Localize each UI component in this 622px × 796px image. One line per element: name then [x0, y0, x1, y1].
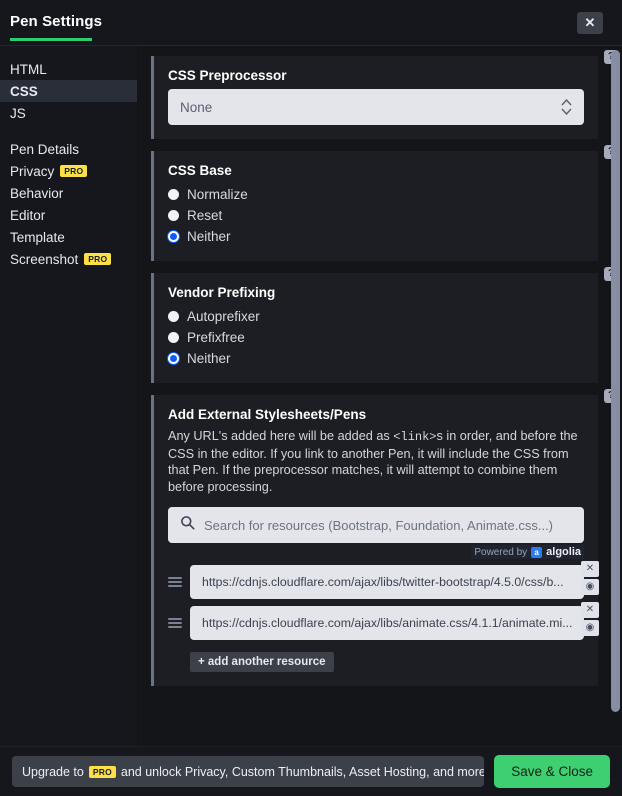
drag-handle-icon[interactable] — [168, 577, 190, 587]
dialog-footer: Upgrade to PRO and unlock Privacy, Custo… — [0, 746, 622, 796]
scrollbar-thumb[interactable] — [611, 50, 620, 712]
css-preprocessor-select[interactable]: None — [168, 89, 584, 125]
search-icon — [180, 515, 195, 535]
remove-resource-icon[interactable]: ✕ — [581, 602, 599, 618]
css-base-section: ? CSS Base Normalize Reset Neither — [151, 145, 618, 261]
resource-url-input[interactable] — [190, 606, 584, 640]
radio-icon — [168, 311, 179, 322]
resource-url-input[interactable] — [190, 565, 584, 599]
dialog-body: HTML CSS JS Pen Details Privacy PRO Beha… — [0, 46, 622, 746]
radio-label: Prefixfree — [187, 330, 245, 345]
sidebar-item-editor[interactable]: Editor — [0, 204, 137, 226]
pen-settings-dialog: Pen Settings ✕ HTML CSS JS Pen Details P… — [0, 0, 622, 796]
sidebar-item-label: Behavior — [10, 185, 64, 201]
sidebar-item-label: Editor — [10, 207, 46, 223]
vendor-prefixing-section: ? Vendor Prefixing Autoprefixer Prefixfr… — [151, 267, 618, 383]
pro-badge: PRO — [88, 765, 116, 778]
sidebar-item-label: Pen Details — [10, 141, 80, 157]
radio-icon — [168, 189, 179, 200]
upgrade-suffix-label: and unlock Privacy, Custom Thumbnails, A… — [120, 764, 485, 779]
select-value: None — [180, 99, 213, 115]
chevron-updown-icon — [561, 99, 572, 115]
sidebar-item-label: HTML — [10, 61, 47, 77]
external-resources-section: ? Add External Stylesheets/Pens Any URL'… — [151, 389, 618, 686]
sidebar-item-template[interactable]: Template — [0, 226, 137, 248]
sidebar-item-privacy[interactable]: Privacy PRO — [0, 160, 137, 182]
powered-by-label: Powered by — [474, 546, 528, 558]
pro-badge: PRO — [60, 165, 88, 177]
algolia-icon: a — [531, 546, 543, 558]
page-title: Pen Settings — [10, 13, 103, 30]
radio-vendor-prefixfree[interactable]: Prefixfree — [168, 327, 584, 348]
algolia-wordmark: algolia — [546, 546, 581, 558]
description-part-1: Any URL's added here will be added as — [168, 429, 394, 443]
radio-vendor-neither[interactable]: Neither — [168, 348, 584, 369]
sidebar-item-css[interactable]: CSS — [0, 80, 137, 102]
radio-css-base-normalize[interactable]: Normalize — [168, 184, 584, 205]
section-title: Add External Stylesheets/Pens — [168, 407, 367, 422]
resource-row: ✕ ◉ — [168, 561, 599, 599]
sidebar-item-screenshot[interactable]: Screenshot PRO — [0, 248, 137, 270]
radio-css-base-reset[interactable]: Reset — [168, 205, 584, 226]
radio-icon — [168, 332, 179, 343]
algolia-attribution: Powered by a algolia — [471, 545, 584, 559]
main-scrollbar[interactable] — [611, 46, 620, 746]
sidebar-item-label: Privacy — [10, 163, 55, 179]
radio-label: Autoprefixer — [187, 309, 260, 324]
dialog-header: Pen Settings ✕ — [0, 0, 622, 46]
view-resource-icon[interactable]: ◉ — [581, 579, 599, 595]
pro-badge: PRO — [84, 253, 112, 265]
radio-label: Neither — [187, 229, 231, 244]
remove-resource-icon[interactable]: ✕ — [581, 561, 599, 577]
radio-label: Neither — [187, 351, 231, 366]
settings-sidebar: HTML CSS JS Pen Details Privacy PRO Beha… — [0, 46, 137, 746]
css-preprocessor-section: ? CSS Preprocessor None — [151, 50, 618, 139]
radio-icon — [168, 210, 179, 221]
sidebar-item-behavior[interactable]: Behavior — [0, 182, 137, 204]
resource-row-actions: ✕ ◉ — [581, 561, 599, 595]
sidebar-item-label: Template — [10, 229, 65, 245]
radio-icon-selected — [168, 231, 179, 242]
section-title: Vendor Prefixing — [168, 285, 276, 300]
sidebar-item-html[interactable]: HTML — [0, 58, 137, 80]
section-title: CSS Base — [168, 163, 232, 178]
radio-label: Reset — [187, 208, 223, 223]
search-input[interactable] — [204, 517, 572, 533]
radio-vendor-autoprefixer[interactable]: Autoprefixer — [168, 306, 584, 327]
link-tag-code: <link> — [393, 430, 437, 444]
sidebar-group-divider — [0, 124, 137, 138]
sidebar-item-pen-details[interactable]: Pen Details — [0, 138, 137, 160]
radio-icon-selected — [168, 353, 179, 364]
sidebar-item-label: Screenshot — [10, 251, 79, 267]
settings-main-panel: ? CSS Preprocessor None ? CSS Base Norma… — [137, 46, 622, 746]
resource-row: ✕ ◉ — [168, 602, 599, 640]
sidebar-item-label: CSS — [10, 83, 38, 99]
drag-handle-icon[interactable] — [168, 618, 190, 628]
resource-search-box[interactable] — [168, 507, 584, 543]
sidebar-item-js[interactable]: JS — [0, 102, 137, 124]
section-description: Any URL's added here will be added as <l… — [168, 428, 584, 495]
add-another-resource-button[interactable]: + add another resource — [190, 652, 334, 672]
close-icon[interactable]: ✕ — [577, 12, 603, 34]
title-accent-underline — [10, 38, 92, 41]
view-resource-icon[interactable]: ◉ — [581, 620, 599, 636]
radio-css-base-neither[interactable]: Neither — [168, 226, 584, 247]
resource-row-actions: ✕ ◉ — [581, 602, 599, 636]
sidebar-item-label: JS — [10, 105, 26, 121]
section-title: CSS Preprocessor — [168, 68, 287, 83]
save-and-close-button[interactable]: Save & Close — [494, 755, 610, 788]
radio-label: Normalize — [187, 187, 248, 202]
upgrade-prefix-label: Upgrade to — [22, 764, 84, 779]
upgrade-banner[interactable]: Upgrade to PRO and unlock Privacy, Custo… — [12, 756, 485, 787]
